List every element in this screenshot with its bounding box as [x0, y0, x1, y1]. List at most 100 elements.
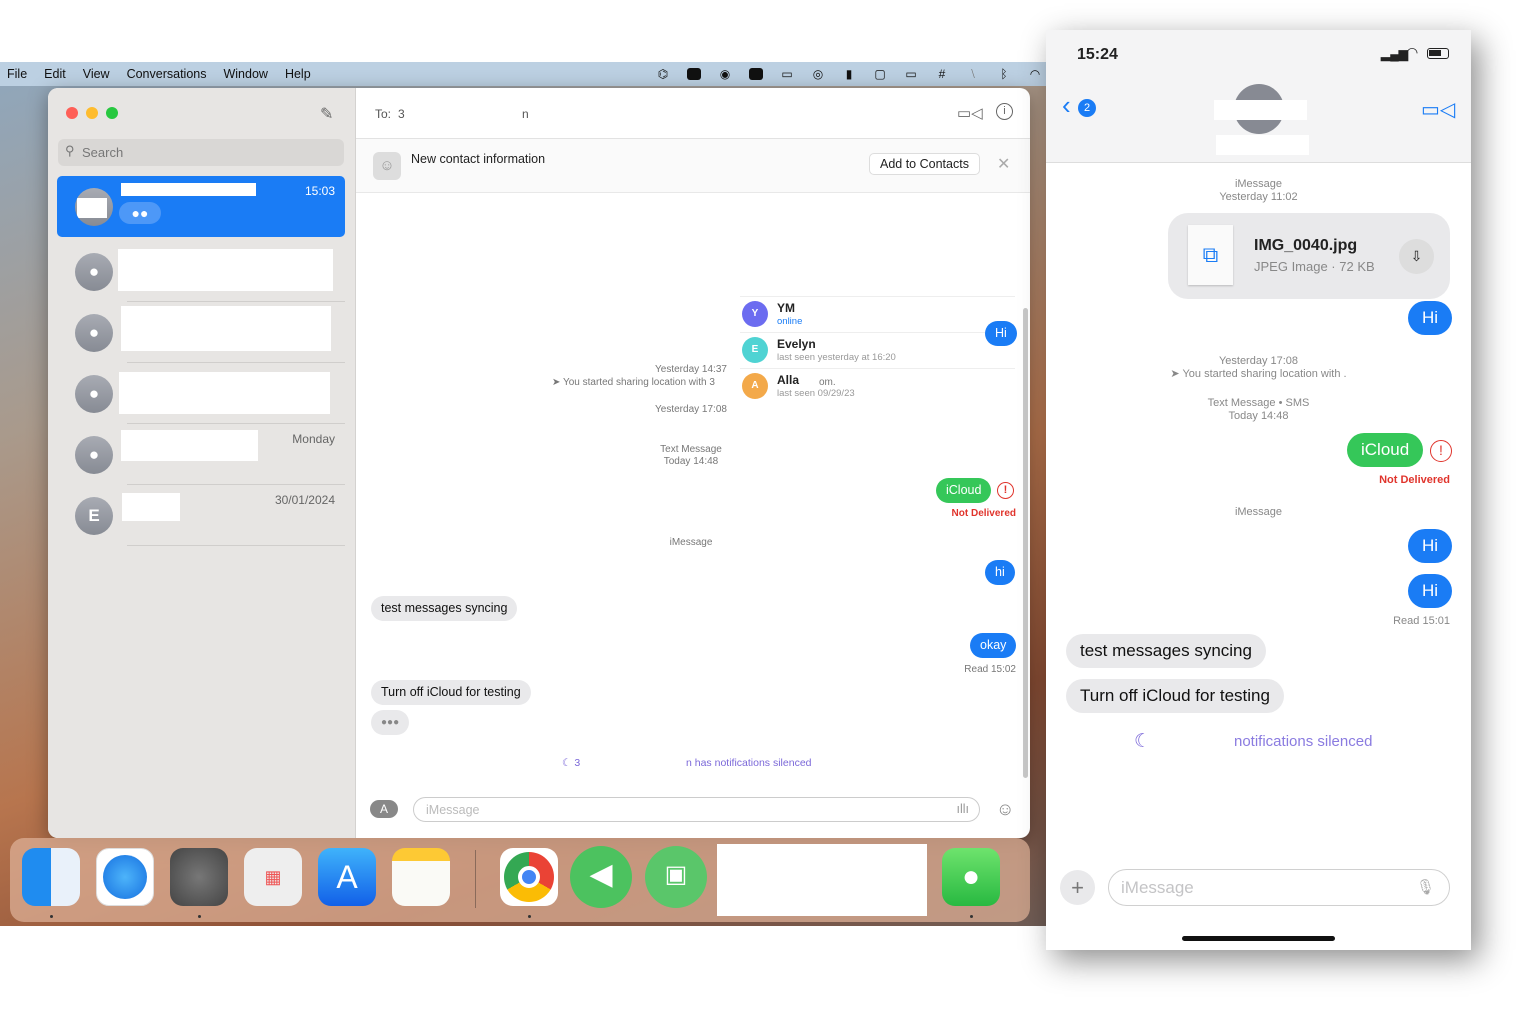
redacted — [118, 249, 333, 291]
battery-icon[interactable]: ▭ — [904, 68, 918, 80]
redacted — [717, 844, 927, 916]
signal-icon: ▂▄▆ — [1381, 47, 1408, 61]
sidebar: ✎ ⚲ Search 15:03 ●● ● ● ● ● Monday E 30/… — [48, 88, 356, 838]
screen-mirror-icon[interactable]: ▭ — [780, 68, 794, 80]
contact-avatar: Y — [742, 301, 768, 327]
plus-icon[interactable]: + — [1060, 870, 1095, 905]
moon-icon: ☾ — [562, 757, 572, 769]
mute-icon[interactable]: ⧵ — [966, 68, 980, 80]
contact-avatar: E — [742, 337, 768, 363]
message-bubble-sms[interactable]: iCloud — [1347, 433, 1424, 467]
scrollbar[interactable] — [1023, 308, 1028, 778]
dock-safari-icon[interactable] — [103, 855, 147, 899]
app-icon[interactable] — [687, 68, 701, 80]
facetime-icon[interactable]: ▭◁ — [1421, 97, 1455, 122]
close-button[interactable] — [66, 107, 78, 119]
zoom-button[interactable] — [106, 107, 118, 119]
iphone-screenshot: 15:24 ▂▄▆ ◠ ‹ 2 ▭◁ iMessage Yesterday 11… — [1046, 30, 1471, 950]
phone-header: 15:24 ▂▄▆ ◠ ‹ 2 ▭◁ — [1046, 30, 1471, 163]
microphone-icon[interactable]: 🎙 — [1416, 878, 1435, 896]
menu-conversations[interactable]: Conversations — [127, 67, 207, 81]
message-bubble-sent[interactable]: Hi — [1408, 574, 1453, 608]
contact-row[interactable]: E Evelyn last seen yesterday at 16:20 — [740, 332, 1015, 368]
airdrop-icon[interactable]: ◎ — [811, 68, 825, 80]
conversation-item[interactable]: ● — [57, 363, 345, 424]
typing-indicator: ●● — [119, 202, 161, 224]
message-bubble-received[interactable]: Turn off iCloud for testing — [371, 680, 531, 705]
redacted — [122, 493, 180, 521]
message-bubble-sent[interactable]: hi — [985, 560, 1015, 585]
message-bubble-sent[interactable]: Hi — [985, 321, 1017, 346]
menu-bar: File Edit View Conversations Window Help… — [0, 62, 1046, 86]
messages-window: ✎ ⚲ Search 15:03 ●● ● ● ● ● Monday E 30/… — [48, 88, 1030, 838]
conversation-item[interactable]: ● — [57, 241, 345, 302]
moon-icon: ☾ — [1134, 731, 1152, 752]
unread-badge[interactable]: 2 — [1078, 99, 1096, 117]
dock-direct-mail-icon[interactable]: ◀ — [570, 846, 632, 908]
silenced-notice: ☾ 3 — [562, 757, 581, 769]
app2-icon[interactable] — [749, 68, 763, 80]
menu-view[interactable]: View — [83, 67, 110, 81]
message-bubble-sent[interactable]: Hi — [1408, 529, 1453, 563]
dock-chrome-icon[interactable] — [504, 852, 554, 902]
search-input[interactable]: ⚲ Search — [58, 139, 344, 166]
redacted — [121, 306, 331, 351]
close-banner-icon[interactable]: ✕ — [997, 154, 1010, 174]
back-chevron-icon[interactable]: ‹ — [1062, 92, 1071, 118]
image-file-icon: ⧉ — [1188, 225, 1233, 285]
conversation-item[interactable]: E 30/01/2024 — [57, 485, 345, 546]
conversation-item[interactable]: 15:03 ●● — [57, 176, 345, 237]
error-icon[interactable]: ! — [1430, 440, 1452, 462]
creative-cloud-icon[interactable]: ⌬ — [656, 68, 670, 80]
bluetooth-icon[interactable]: ᛒ — [997, 68, 1011, 80]
redacted — [1216, 135, 1309, 155]
dock-app-store-icon[interactable]: A — [318, 848, 376, 906]
menu-help[interactable]: Help — [285, 67, 311, 81]
hashtag-icon[interactable]: # — [935, 68, 949, 80]
battery-full-icon[interactable]: ▮ — [842, 68, 856, 80]
message-bubble-received[interactable]: Turn off iCloud for testing — [1066, 679, 1284, 713]
add-to-contacts-button[interactable]: Add to Contacts — [869, 153, 980, 175]
file-attachment[interactable]: ⧉ IMG_0040.jpg JPEG Image · 72 KB ⇩ — [1168, 213, 1450, 299]
home-indicator[interactable] — [1182, 936, 1335, 941]
display-icon[interactable]: ▢ — [873, 68, 887, 80]
contact-card-icon: ☺ — [373, 152, 401, 180]
message-bubble-received[interactable]: test messages syncing — [371, 596, 518, 621]
menu-window[interactable]: Window — [223, 67, 267, 81]
avatar: ● — [75, 436, 113, 474]
message-bubble-sent[interactable]: okay — [970, 633, 1017, 658]
message-input[interactable]: iMessage 🎙 — [1108, 869, 1450, 906]
dock-messages-icon[interactable]: ● — [942, 848, 1000, 918]
dock-settings-icon[interactable] — [170, 848, 228, 918]
contact-row[interactable]: Y YM online — [740, 296, 1015, 332]
minimize-button[interactable] — [86, 107, 98, 119]
dock-airplay-icon[interactable]: ▣ — [645, 846, 707, 908]
message-input[interactable]: iMessage ıllı — [413, 797, 980, 822]
dock-launchpad-icon[interactable]: ▦ — [244, 848, 302, 906]
conversation-item[interactable]: ● — [57, 302, 345, 363]
dock-finder-icon[interactable] — [22, 848, 80, 918]
message-bubble-received[interactable]: test messages syncing — [1066, 634, 1266, 668]
conversation-item[interactable]: ● Monday — [57, 424, 345, 485]
menu-edit[interactable]: Edit — [44, 67, 66, 81]
avatar: ● — [75, 314, 113, 352]
info-icon[interactable]: i — [996, 103, 1013, 120]
search-icon: ⚲ — [65, 143, 75, 158]
video-call-icon[interactable]: ▭◁ — [957, 104, 983, 122]
location-notice: ➤ You started sharing location with 3 — [552, 377, 715, 388]
error-icon[interactable]: ! — [997, 482, 1014, 499]
wifi-icon: ◠ — [1406, 44, 1419, 60]
emoji-icon[interactable]: ☺ — [996, 799, 1014, 820]
dock-notes-icon[interactable] — [392, 848, 450, 906]
compose-icon[interactable]: ✎ — [320, 104, 333, 124]
download-icon[interactable]: ⇩ — [1399, 239, 1434, 274]
message-bubble-sms[interactable]: iCloud — [936, 478, 992, 503]
message-bubble-sent[interactable]: Hi — [1408, 301, 1453, 335]
record-icon[interactable]: ◉ — [718, 68, 732, 80]
wifi-icon[interactable]: ◠ — [1028, 68, 1042, 80]
menu-file[interactable]: File — [7, 67, 27, 81]
app-store-apps-icon[interactable]: A — [370, 800, 398, 818]
location-notice: ➤ You started sharing location with . — [1170, 368, 1347, 380]
audio-waveform-icon[interactable]: ıllı — [957, 802, 970, 816]
redacted — [1214, 100, 1307, 120]
